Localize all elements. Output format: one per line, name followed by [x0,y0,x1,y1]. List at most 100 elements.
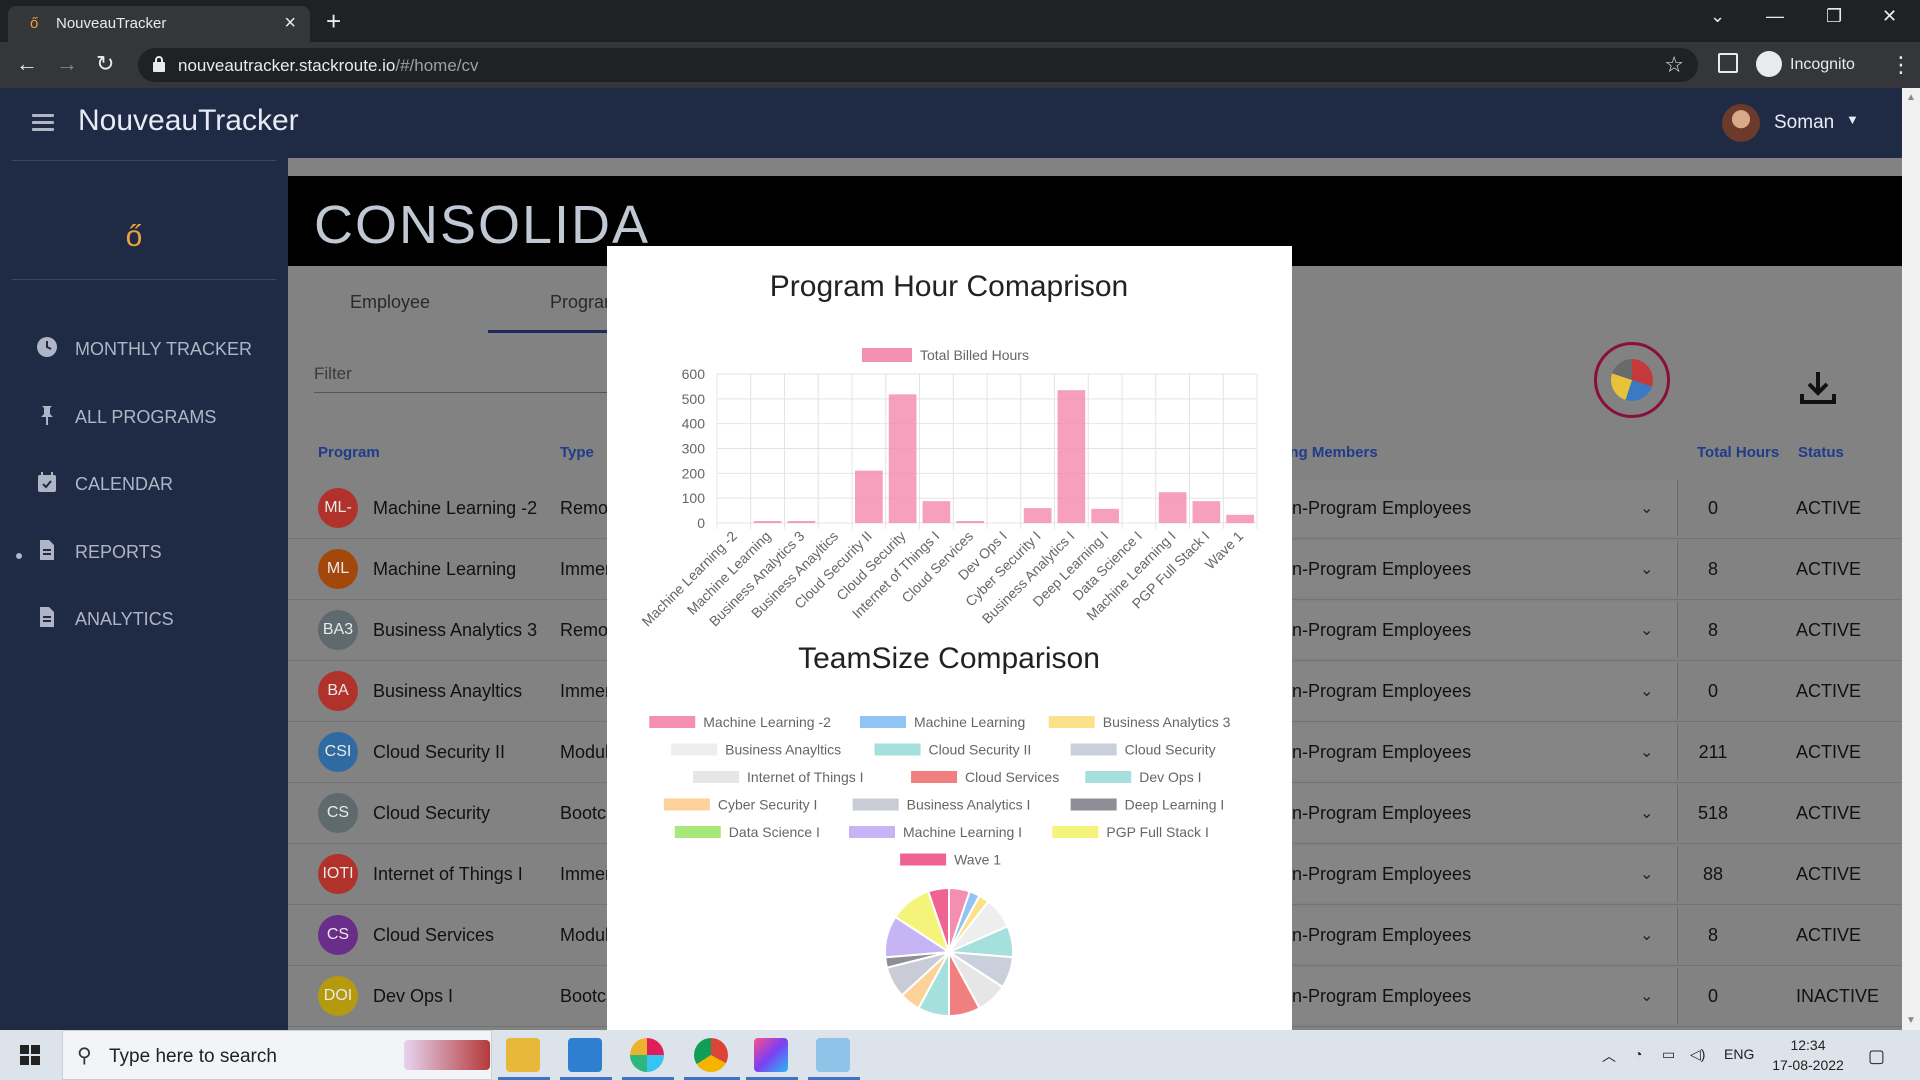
system-clock[interactable]: 12:34 17-08-2022 [1768,1035,1848,1075]
legend-swatch [852,798,899,811]
members-dropdown[interactable]: On-Program Employees ⌄ [1268,480,1678,536]
scroll-down-icon[interactable]: ▼ [1906,1015,1916,1026]
y-tick-label: 200 [682,465,706,481]
tab-search-chevron-icon[interactable]: ⌄ [1710,6,1725,27]
program-name[interactable]: Machine Learning [373,559,516,580]
program-type: Immer [560,864,611,884]
file-explorer-icon[interactable] [506,1038,540,1072]
legend-swatch [859,716,906,728]
reload-icon[interactable]: ↻ [96,51,114,77]
download-icon[interactable] [1798,368,1838,408]
column-program[interactable]: Program [318,444,380,461]
y-tick-label: 300 [682,441,706,457]
members-value: On-Program Employees [1278,681,1472,701]
program-name[interactable]: Machine Learning -2 [373,498,537,519]
tray-chevron-icon[interactable]: ︿ [1602,1046,1616,1066]
program-name[interactable]: Cloud Services [373,925,494,946]
members-dropdown[interactable]: On-Program Employees ⌄ [1268,846,1678,902]
program-name[interactable]: Cloud Security II [373,742,505,763]
total-hours: 8 [1707,559,1718,579]
sidebar-divider [12,279,276,280]
program-type: Immer [560,559,611,579]
members-value: On-Program Employees [1278,559,1472,579]
app-logo-icon: ő [125,220,143,253]
legend-swatch [1070,743,1117,756]
language-indicator[interactable]: ENG [1724,1046,1754,1062]
hamburger-menu-icon[interactable] [32,114,54,132]
tab-programs[interactable]: Progran [550,292,614,313]
address-bar[interactable]: nouveautracker.stackroute.io/#/home/cv ☆ [138,48,1698,82]
browser-menu-icon[interactable]: ⋮ [1890,52,1912,78]
new-tab-icon[interactable]: + [326,6,341,37]
program-name[interactable]: Cloud Security [373,803,490,824]
incognito-label: Incognito [1790,56,1855,73]
members-dropdown[interactable]: On-Program Employees ⌄ [1268,663,1678,719]
bar [787,521,816,523]
volume-icon[interactable]: ◁) [1690,1046,1705,1063]
program-name[interactable]: Dev Ops I [373,986,453,1007]
close-window-icon[interactable]: ✕ [1882,6,1897,27]
program-name[interactable]: Internet of Things I [373,864,523,885]
scroll-up-icon[interactable]: ▲ [1906,92,1916,103]
sidebar-item-monthly-tracker[interactable]: MONTHLY TRACKER [36,334,276,364]
members-value: On-Program Employees [1278,803,1472,823]
members-dropdown[interactable]: On-Program Employees ⌄ [1268,541,1678,597]
vscode-icon[interactable] [568,1038,602,1072]
slack-icon[interactable] [630,1038,664,1072]
members-dropdown[interactable]: On-Program Employees ⌄ [1268,602,1678,658]
windows-start-icon[interactable] [20,1045,40,1065]
back-icon[interactable]: ← [16,51,38,77]
user-menu[interactable]: Soman ▼ [1722,104,1862,144]
notifications-icon[interactable]: ▢ [1868,1046,1885,1067]
chart-modal: Program Hour Comaprison Total Billed Hour… [607,246,1292,1030]
generic-app-icon[interactable] [816,1038,850,1072]
program-avatar: BA3 [318,610,358,650]
bookmark-star-icon[interactable]: ☆ [1664,52,1684,78]
column-total-hours[interactable]: Total Hours [1697,444,1779,461]
legend-label: Total Billed Hours [920,347,1029,363]
legend-label: Cloud Services [965,769,1059,785]
total-hours: 0 [1707,681,1718,701]
column-status[interactable]: Status [1798,444,1844,461]
battery-icon[interactable]: ▭ [1662,1046,1675,1063]
filter-input[interactable]: Filter [314,364,352,384]
legend-label: Cloud Security II [929,742,1032,758]
program-type: Remo [560,498,609,518]
side-panel-icon[interactable] [1718,53,1738,73]
status-text: ACTIVE [1796,681,1862,701]
search-highlight-icon[interactable] [404,1040,490,1070]
members-dropdown[interactable]: On-Program Employees ⌄ [1268,724,1678,780]
sidebar-item-label: MONTHLY TRACKER [75,339,253,359]
browser-tab[interactable]: ő NouveauTracker × [8,6,310,42]
sidebar-item-reports[interactable]: REPORTS [36,537,276,567]
lock-icon [153,56,165,72]
restore-icon[interactable]: ❐ [1826,6,1842,27]
legend-swatch [1048,716,1095,728]
page-scrollbar[interactable]: ▲ ▼ [1902,88,1920,1030]
chrome-icon[interactable] [694,1038,728,1072]
minimize-icon[interactable]: — [1766,6,1784,27]
close-tab-icon[interactable]: × [284,12,296,35]
bar [888,394,917,523]
chart-view-button[interactable] [1594,342,1670,418]
members-dropdown[interactable]: On-Program Employees ⌄ [1268,785,1678,841]
sidebar-item-calendar[interactable]: CALENDAR [36,469,276,499]
bar [753,521,782,523]
tab-employee[interactable]: Employee [350,292,430,313]
network-icon[interactable]: ◔ [1634,1046,1642,1062]
chevron-down-icon: ⌄ [1640,683,1654,700]
filter-underline [314,392,644,393]
total-hours: 88 [1702,864,1724,884]
members-dropdown[interactable]: On-Program Employees ⌄ [1268,907,1678,963]
intellij-icon[interactable] [754,1038,788,1072]
program-name[interactable]: Business Analytics 3 [373,620,537,641]
program-name[interactable]: Business Anayltics [373,681,522,702]
column-type[interactable]: Type [560,444,594,461]
sidebar-item-analytics[interactable]: ANALYTICS [36,604,276,634]
forward-icon[interactable]: → [56,51,78,77]
incognito-indicator[interactable]: Incognito [1756,47,1866,81]
legend-label: PGP Full Stack I [1106,824,1208,840]
sidebar-item-all-programs[interactable]: ALL PROGRAMS [36,402,276,432]
program-avatar: ML- [318,488,358,528]
members-dropdown[interactable]: On-Program Employees ⌄ [1268,968,1678,1024]
